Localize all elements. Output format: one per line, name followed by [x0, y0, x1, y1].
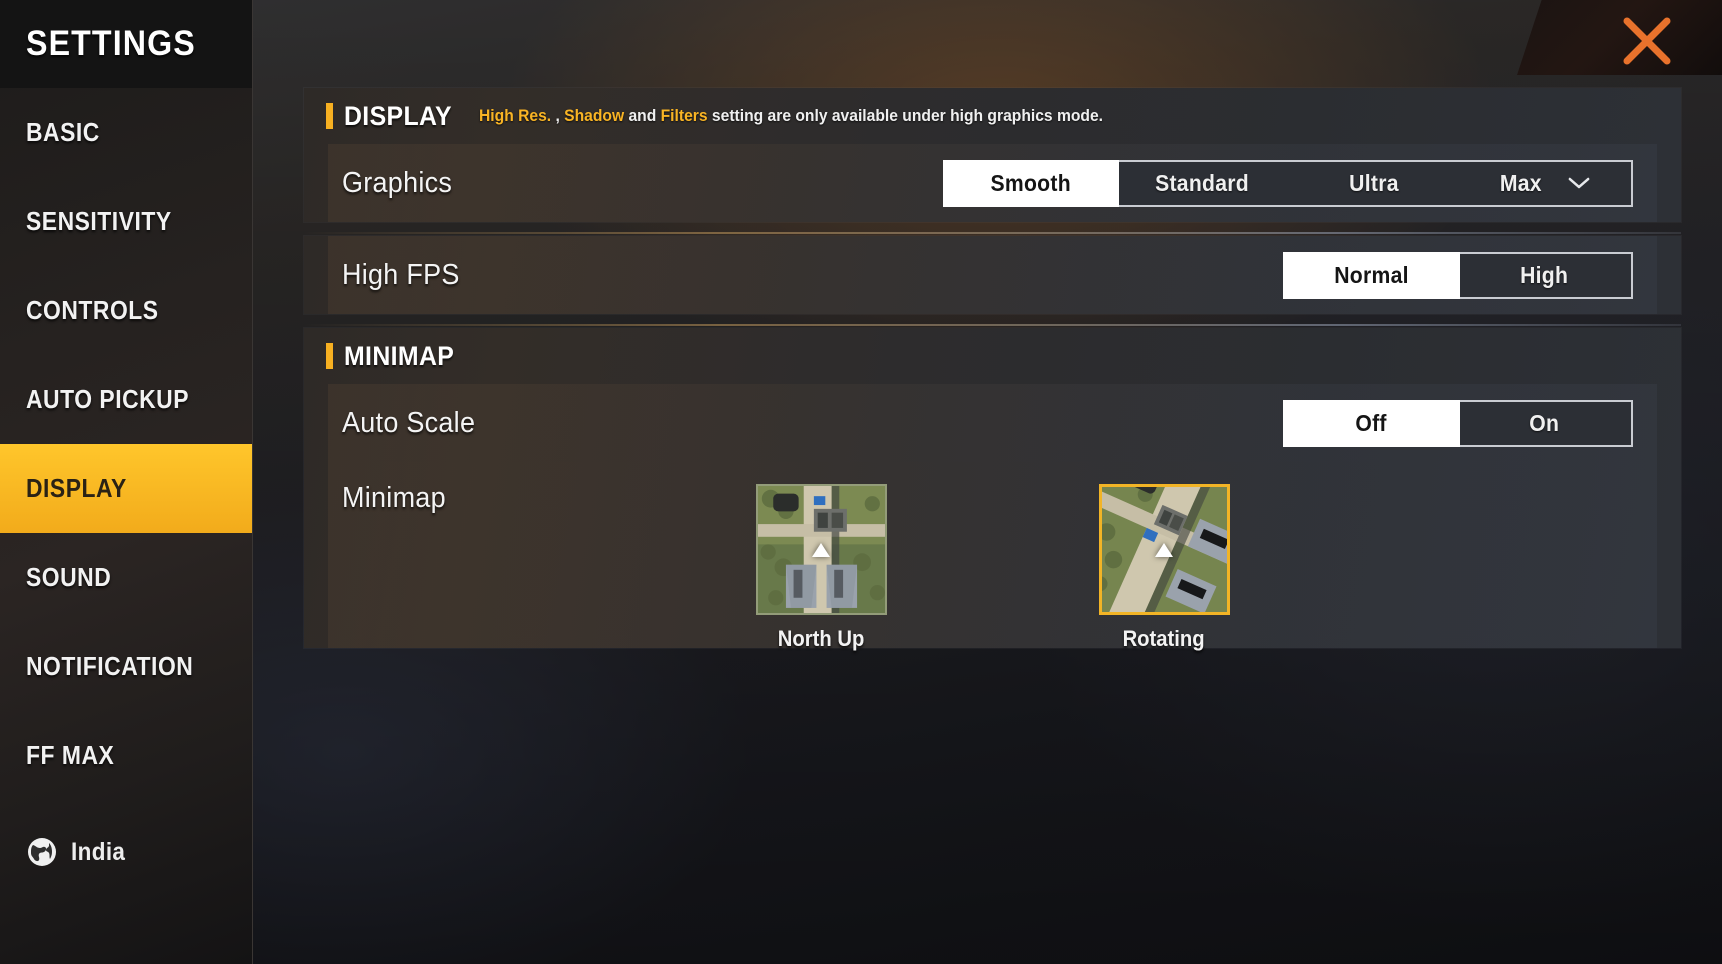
auto-scale-row: Auto Scale Off On	[328, 384, 1657, 462]
minimap-thumbnail-label: North Up	[777, 626, 865, 651]
display-section-header: DISPLAY High Res. , Shadow and Filters s…	[304, 88, 1681, 144]
minimap-preview-image	[755, 484, 887, 615]
section-accent-bar	[326, 343, 333, 369]
display-section: DISPLAY High Res. , Shadow and Filters s…	[304, 88, 1681, 222]
display-section-title: DISPLAY	[344, 100, 452, 131]
graphics-row: Graphics Smooth Standard Ultra Max	[328, 144, 1657, 222]
minimap-section-header: MINIMAP	[304, 328, 1681, 384]
minimap-thumbnail-rotating[interactable]: Rotating	[1098, 484, 1230, 652]
high-fps-control: Normal High	[1283, 251, 1633, 299]
sidebar-item-label: SENSITIVITY	[26, 206, 172, 236]
graphics-label: Graphics	[342, 166, 453, 199]
region-selector[interactable]: India	[26, 836, 131, 868]
minimap-preview-image	[1098, 484, 1230, 615]
graphics-segmented-control: Smooth Standard Ultra Max	[943, 159, 1633, 207]
auto-scale-option-label: On	[1529, 409, 1560, 436]
sidebar-header: SETTINGS	[0, 0, 252, 88]
globe-icon	[26, 836, 58, 868]
auto-scale-option-on[interactable]: On	[1458, 402, 1631, 445]
note-fragment: Filters	[660, 106, 708, 125]
player-arrow-icon	[812, 542, 830, 557]
minimap-thumbnail-caption: North Up	[756, 626, 887, 652]
high-fps-option-label: High	[1520, 261, 1569, 288]
minimap-label: Minimap	[342, 482, 446, 514]
minimap-thumbnail-north-up[interactable]: North Up	[755, 484, 887, 652]
graphics-option-max[interactable]: Max	[1460, 162, 1632, 205]
auto-scale-toggle: Off On	[1283, 399, 1633, 447]
high-fps-row: High FPS Normal High	[328, 236, 1657, 314]
graphics-option-ultra[interactable]: Ultra	[1288, 162, 1460, 205]
sidebar-item-label: AUTO PICKUP	[26, 384, 190, 414]
graphics-option-standard[interactable]: Standard	[1117, 162, 1289, 205]
minimap-thumbnail-label: Rotating	[1122, 626, 1206, 651]
high-fps-label: High FPS	[342, 258, 460, 291]
high-fps-option-label: Normal	[1334, 261, 1409, 288]
page-title: SETTINGS	[26, 24, 196, 63]
graphics-option-label: Max	[1500, 169, 1543, 196]
minimap-section: MINIMAP Auto Scale Off On Minimap North …	[304, 324, 1681, 651]
player-arrow-icon	[1155, 542, 1173, 557]
sidebar-item-label: DISPLAY	[26, 473, 127, 503]
settings-sidebar: SETTINGS BASIC SENSITIVITY CONTROLS AUTO PI…	[0, 0, 253, 964]
minimap-thumbnail-caption: Rotating	[1099, 626, 1230, 652]
section-accent-bar	[326, 103, 333, 129]
note-fragment: and	[624, 106, 661, 125]
display-section-note: High Res. , Shadow and Filters setting a…	[479, 106, 1103, 126]
sidebar-item-sensitivity[interactable]: SENSITIVITY	[0, 177, 252, 266]
sidebar-item-label: BASIC	[26, 117, 100, 147]
note-fragment: Shadow	[564, 106, 625, 125]
region-label: India	[71, 837, 126, 866]
note-fragment: setting are only available under high gr…	[707, 106, 1104, 125]
sidebar-item-sound[interactable]: SOUND	[0, 533, 252, 622]
sidebar-item-ff-max[interactable]: FF MAX	[0, 711, 252, 800]
sidebar-item-notification[interactable]: NOTIFICATION	[0, 622, 252, 711]
sidebar-item-basic[interactable]: BASIC	[0, 88, 252, 177]
graphics-control: Smooth Standard Ultra Max	[943, 159, 1633, 207]
sidebar-item-controls[interactable]: CONTROLS	[0, 266, 252, 355]
note-fragment: High Res.	[479, 106, 556, 125]
minimap-row: Minimap North Up Rotating	[328, 462, 1657, 651]
minimap-thumbnail-group: North Up Rotating	[328, 484, 1657, 652]
high-fps-toggle: Normal High	[1283, 251, 1633, 299]
graphics-option-label: Smooth	[990, 169, 1071, 196]
auto-scale-option-off[interactable]: Off	[1285, 401, 1458, 445]
sidebar-item-label: CONTROLS	[26, 295, 159, 325]
high-fps-section: High FPS Normal High	[304, 232, 1681, 314]
graphics-option-smooth[interactable]: Smooth	[945, 161, 1117, 205]
sidebar-item-label: FF MAX	[26, 740, 115, 770]
section-divider	[304, 232, 1681, 234]
sidebar-item-label: NOTIFICATION	[26, 651, 194, 681]
auto-scale-option-label: Off	[1355, 409, 1388, 436]
high-fps-option-normal[interactable]: Normal	[1285, 253, 1458, 297]
sidebar-item-label: SOUND	[26, 562, 112, 592]
auto-scale-control: Off On	[1283, 399, 1633, 447]
graphics-option-label: Standard	[1155, 169, 1250, 196]
sidebar-nav: BASIC SENSITIVITY CONTROLS AUTO PICKUP DISPL…	[0, 88, 252, 800]
graphics-option-label: Ultra	[1348, 169, 1399, 196]
settings-panel: DISPLAY High Res. , Shadow and Filters s…	[304, 88, 1681, 756]
sidebar-item-display[interactable]: DISPLAY	[0, 444, 252, 533]
section-divider	[304, 324, 1681, 326]
auto-scale-label: Auto Scale	[342, 406, 476, 439]
sidebar-item-auto-pickup[interactable]: AUTO PICKUP	[0, 355, 252, 444]
close-button[interactable]	[1517, 0, 1722, 75]
minimap-section-title: MINIMAP	[344, 340, 455, 371]
chevron-down-icon[interactable]	[1567, 170, 1591, 197]
high-fps-option-high[interactable]: High	[1458, 254, 1631, 297]
